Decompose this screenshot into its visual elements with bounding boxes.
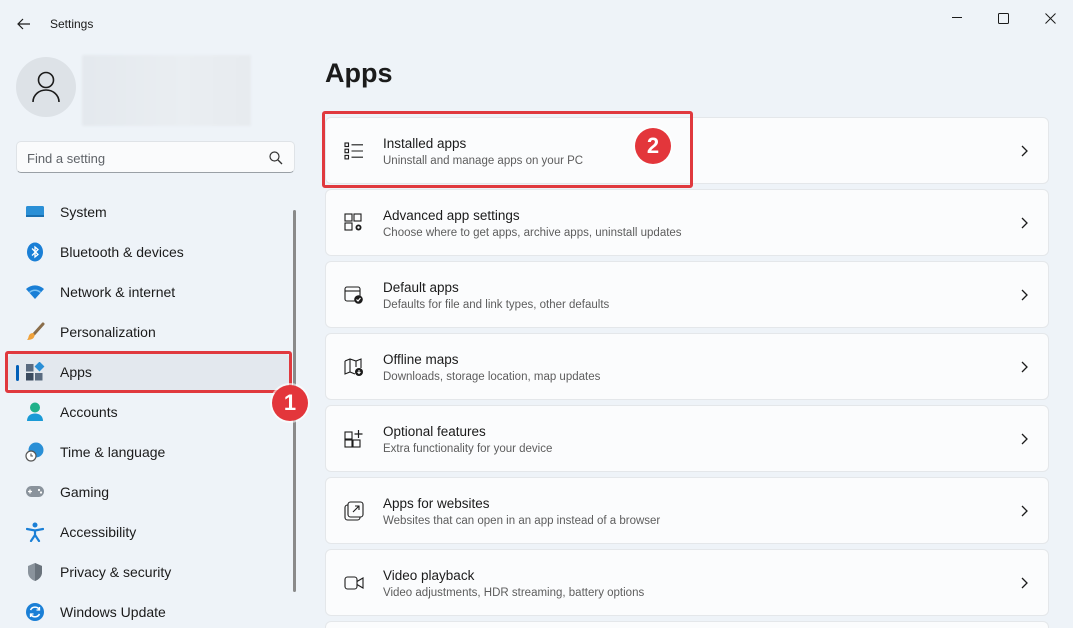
monitor-icon (25, 202, 45, 222)
close-button[interactable] (1027, 4, 1073, 32)
card-partial-next[interactable] (325, 621, 1049, 628)
card-title: Offline maps (383, 352, 459, 367)
card-video-playback[interactable]: Video playback Video adjustments, HDR st… (325, 549, 1049, 616)
wifi-icon (25, 282, 45, 302)
card-title: Installed apps (383, 136, 467, 151)
sidebar-item-label: Privacy & security (60, 564, 172, 580)
optional-features-icon (344, 429, 364, 449)
app-settings-icon (344, 213, 364, 233)
search-input[interactable] (27, 148, 257, 168)
minimize-button[interactable] (934, 4, 980, 32)
brush-icon (25, 322, 45, 342)
default-apps-icon (344, 285, 364, 305)
sidebar-item-label: Apps (60, 364, 92, 380)
active-indicator (16, 365, 19, 381)
bluetooth-icon (25, 242, 45, 262)
step-badge-1: 1 (272, 385, 308, 421)
card-subtitle: Extra functionality for your device (383, 443, 553, 455)
sidebar-item-privacy-security[interactable]: Privacy & security (8, 554, 290, 590)
minimize-icon (952, 17, 962, 18)
video-icon (344, 573, 364, 593)
sidebar-item-label: System (60, 204, 107, 220)
sidebar-item-personalization[interactable]: Personalization (8, 314, 290, 350)
card-subtitle: Video adjustments, HDR streaming, batter… (383, 587, 645, 599)
sidebar-item-label: Gaming (60, 484, 110, 500)
chevron-right-icon (1021, 577, 1028, 589)
chevron-right-icon (1021, 505, 1028, 517)
sidebar-item-time-language[interactable]: Time & language (8, 434, 290, 470)
card-optional-features[interactable]: Optional features Extra functionality fo… (325, 405, 1049, 472)
person-icon (25, 402, 45, 422)
chevron-right-icon (1021, 289, 1028, 301)
card-installed-apps[interactable]: Installed apps Uninstall and manage apps… (325, 117, 1049, 184)
sidebar-item-gaming[interactable]: Gaming (8, 474, 290, 510)
sidebar-item-label: Personalization (60, 324, 156, 340)
sidebar-item-label: Accessibility (60, 524, 137, 540)
maximize-button[interactable] (980, 4, 1026, 32)
card-default-apps[interactable]: Default apps Defaults for file and link … (325, 261, 1049, 328)
sidebar-item-label: Windows Update (60, 604, 166, 620)
sidebar-item-windows-update[interactable]: Windows Update (8, 594, 290, 628)
open-external-icon (344, 501, 364, 521)
sidebar-item-label: Accounts (60, 404, 118, 420)
close-icon (1044, 12, 1056, 24)
card-title: Advanced app settings (383, 208, 520, 223)
card-title: Video playback (383, 568, 475, 583)
map-icon (344, 357, 364, 377)
sidebar-item-label: Time & language (60, 444, 166, 460)
sidebar-item-bluetooth[interactable]: Bluetooth & devices (8, 234, 290, 270)
window-title: Settings (50, 17, 94, 31)
card-apps-for-websites[interactable]: Apps for websites Websites that can open… (325, 477, 1049, 544)
back-button[interactable] (10, 10, 38, 38)
card-subtitle: Defaults for file and link types, other … (383, 299, 610, 311)
sidebar-item-label: Bluetooth & devices (60, 244, 184, 260)
step-badge-2: 2 (635, 128, 671, 164)
card-offline-maps[interactable]: Offline maps Downloads, storage location… (325, 333, 1049, 400)
avatar[interactable] (16, 57, 76, 117)
profile-info-redacted (82, 55, 251, 126)
sidebar-item-accounts[interactable]: Accounts (8, 394, 290, 430)
sidebar-item-apps[interactable]: Apps (8, 354, 290, 390)
card-title: Optional features (383, 424, 486, 439)
maximize-icon (997, 12, 1009, 24)
sidebar-item-network[interactable]: Network & internet (8, 274, 290, 310)
apps-icon (25, 362, 45, 382)
globe-clock-icon (25, 442, 45, 462)
search-icon (269, 151, 283, 165)
card-subtitle: Websites that can open in an app instead… (383, 515, 661, 527)
card-subtitle: Uninstall and manage apps on your PC (383, 155, 584, 167)
card-advanced-app-settings[interactable]: Advanced app settings Choose where to ge… (325, 189, 1049, 256)
card-title: Apps for websites (383, 496, 490, 511)
back-arrow-icon (17, 18, 30, 30)
chevron-right-icon (1021, 433, 1028, 445)
search-box[interactable] (16, 141, 295, 173)
update-icon (25, 602, 45, 622)
sidebar-item-accessibility[interactable]: Accessibility (8, 514, 290, 550)
shield-icon (25, 562, 45, 582)
list-icon (344, 141, 364, 161)
sidebar-nav: System Bluetooth & devices Network & int… (8, 194, 290, 628)
page-title: Apps (325, 58, 393, 88)
settings-card-list: Installed apps Uninstall and manage apps… (325, 117, 1049, 628)
accessibility-icon (25, 522, 45, 542)
sidebar-item-label: Network & internet (60, 284, 176, 300)
card-title: Default apps (383, 280, 459, 295)
gamepad-icon (25, 482, 45, 502)
title-bar: Settings (0, 0, 1073, 48)
card-subtitle: Choose where to get apps, archive apps, … (383, 227, 682, 239)
user-icon (32, 71, 60, 103)
chevron-right-icon (1021, 145, 1028, 157)
chevron-right-icon (1021, 361, 1028, 373)
sidebar-item-system[interactable]: System (8, 194, 290, 230)
card-subtitle: Downloads, storage location, map updates (383, 371, 601, 383)
chevron-right-icon (1021, 217, 1028, 229)
